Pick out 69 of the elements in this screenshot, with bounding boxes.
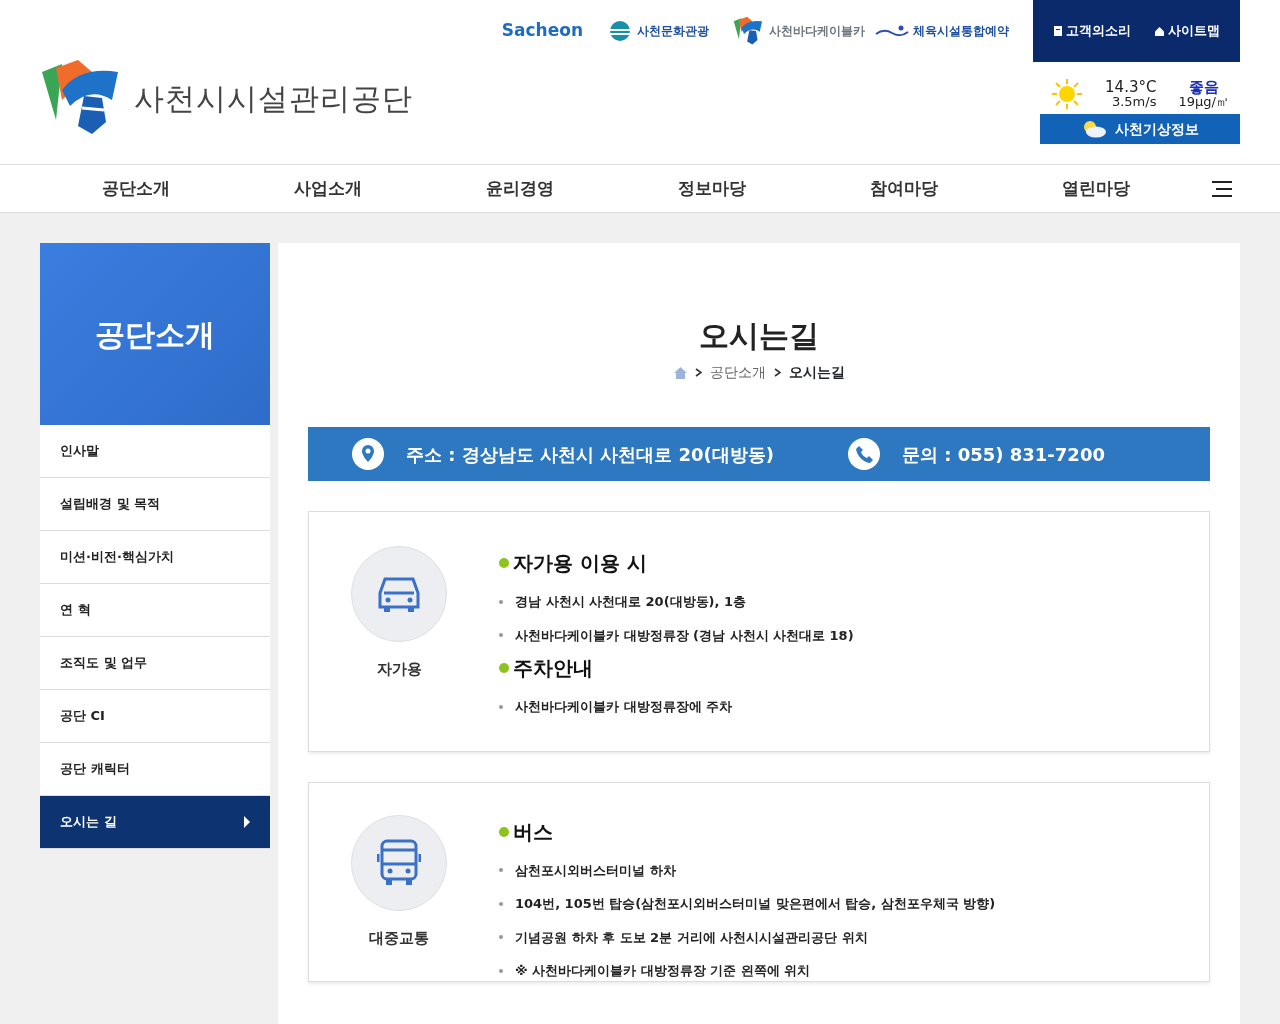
wave-logo-icon	[607, 20, 633, 42]
info-text: 기념공원 하차 후 도보 2분 거리에 사천시시설관리공단 위치	[515, 928, 868, 947]
nav-menu-item[interactable]: 정보마당	[616, 175, 808, 202]
info-text: 사천바다케이블카 대방정류장에 주차	[515, 698, 733, 716]
sidebar-item[interactable]: 공단 캐릭터	[40, 743, 270, 796]
bullet-dot	[499, 868, 503, 873]
customer-voice-link[interactable]: 고객의소리	[1053, 21, 1131, 41]
logo-text[interactable]: 사천시시설관리공단	[134, 75, 413, 121]
chevron-icon	[773, 368, 781, 377]
cloud-sun-icon	[1081, 120, 1107, 138]
bullet-dot	[499, 633, 503, 638]
bullet-dot	[499, 826, 509, 837]
breadcrumb-item: 오시는길	[788, 363, 845, 382]
nav-menu-item[interactable]: 윤리경영	[424, 175, 616, 202]
swimmer-icon	[875, 24, 909, 38]
page-title: 오시는길	[698, 317, 820, 355]
partner-link[interactable]: 체육시설통합예약	[875, 22, 1009, 40]
phone-icon	[848, 438, 880, 470]
sidebar-item[interactable]: 미션·비전·핵심가치	[40, 531, 270, 584]
info-text: 경남 사천시 사천대로 20(대방동), 1층	[515, 593, 747, 611]
bullet-dot	[499, 704, 503, 709]
sidebar-item[interactable]: 인사말	[40, 425, 270, 478]
partner-link[interactable]: 사천바다케이블카	[733, 16, 865, 46]
weather-info-button[interactable]: 사천기상정보	[1040, 114, 1240, 144]
partner-link[interactable]: Sacheon	[501, 18, 583, 44]
section-heading: 자가용 이용 시	[513, 550, 647, 577]
nav-menu-item[interactable]: 사업소개	[232, 175, 424, 202]
document-icon	[1053, 26, 1062, 36]
wind-speed: 3.5m/s	[1110, 95, 1157, 108]
bullet-dot	[499, 663, 509, 673]
bullet-dot	[499, 901, 503, 906]
address-text: 주소 : 경상남도 사천시 사천대로 20(대방동)	[406, 442, 775, 467]
air-quality: 좋음	[1187, 80, 1220, 95]
caret-right-icon	[244, 816, 250, 828]
breadcrumb-item[interactable]: 공단소개	[709, 362, 766, 383]
fine-dust: 19μg/㎥	[1178, 95, 1229, 108]
section-heading: 버스	[513, 818, 553, 846]
bullet-dot	[499, 558, 509, 568]
phone-text: 문의 : 055) 831-7200	[902, 442, 1105, 467]
car-icon	[376, 575, 422, 613]
info-text: 104번, 105번 탑승(삼천포시외버스터미널 맞은편에서 탑승, 삼천포우체국 방향)	[515, 895, 996, 913]
menu-icon[interactable]	[1212, 179, 1232, 198]
sidebar-item[interactable]: 연 혁	[40, 584, 270, 637]
sidebar-item[interactable]: 공단 CI	[40, 690, 270, 743]
section-heading: 주차안내	[513, 655, 593, 682]
location-pin-icon	[352, 438, 384, 470]
transport-caption: 대중교통	[369, 927, 429, 949]
bullet-dot	[499, 968, 503, 973]
info-text: 삼천포시외버스터미널 하차	[515, 861, 676, 880]
chevron-icon	[694, 368, 702, 377]
nav-menu-item[interactable]: 참여마당	[808, 175, 1000, 202]
info-text: ※ 사천바다케이블카 대방정류장 기준 왼쪽에 위치	[515, 962, 811, 980]
temperature: 14.3°C	[1105, 80, 1157, 95]
nav-menu-item[interactable]: 열린마당	[1000, 175, 1192, 202]
logo-icon	[733, 16, 765, 46]
sun-icon	[1051, 78, 1083, 110]
bus-icon	[377, 837, 421, 888]
partner-link[interactable]: 사천문화관광	[607, 20, 709, 42]
transport-caption: 자가용	[376, 659, 422, 680]
bullet-dot	[499, 599, 503, 604]
sidebar-item[interactable]: 오시는 길	[40, 796, 270, 849]
home-icon	[1154, 26, 1164, 36]
sidebar-header: 공단소개	[40, 243, 270, 425]
sidebar-item[interactable]: 조직도 및 업무	[40, 637, 270, 690]
sitemap-link[interactable]: 사이트맵	[1154, 21, 1220, 41]
nav-menu-item[interactable]: 공단소개	[40, 175, 232, 202]
info-text: 사천바다케이블카 대방정류장 (경남 사천시 사천대로 18)	[515, 626, 854, 645]
sidebar-item[interactable]: 설립배경 및 목적	[40, 478, 270, 531]
bullet-dot	[499, 935, 503, 940]
